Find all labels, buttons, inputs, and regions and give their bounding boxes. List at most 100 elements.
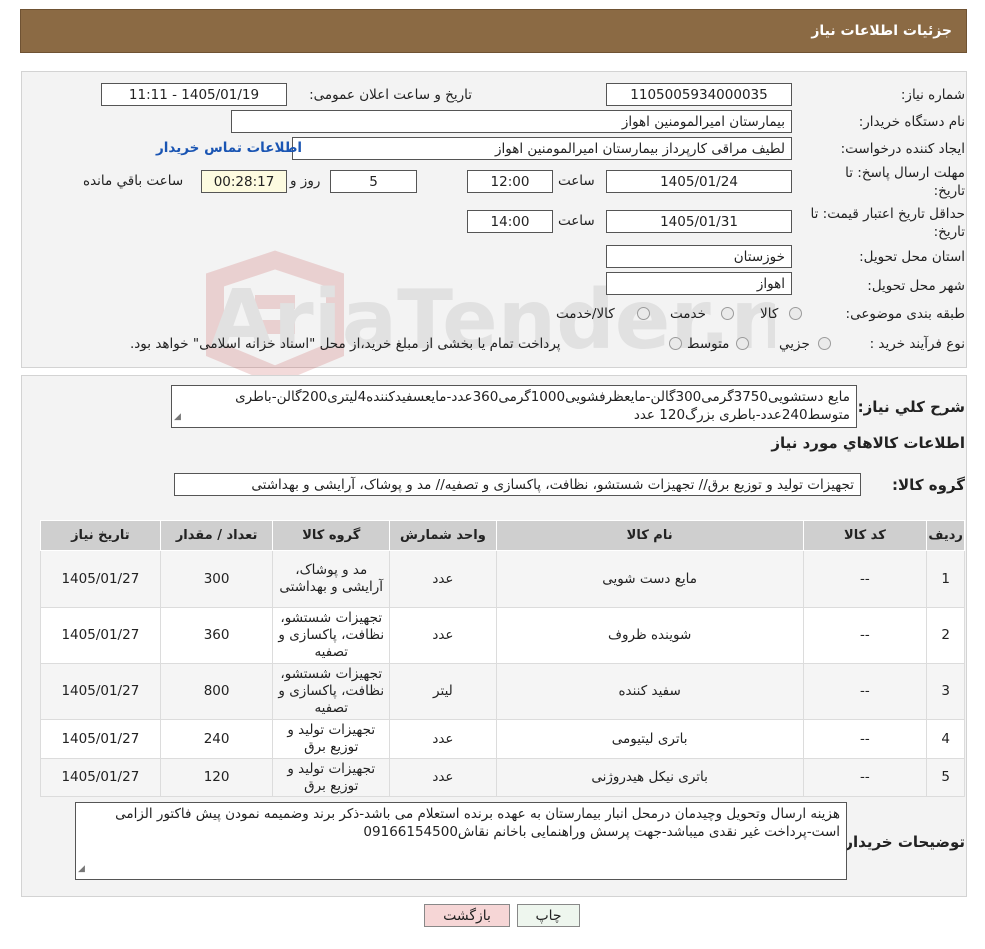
back-button[interactable]: بازگشت [424, 904, 510, 927]
item-unit: عدد [389, 550, 497, 608]
category-goods-service-radio[interactable] [637, 307, 650, 320]
page-title: جزئیات اطلاعات نیاز [811, 23, 952, 39]
summary-text: مایع دستشویی3750گرمی300گالن-مایعظرفشویی1… [235, 389, 850, 423]
buyer-notes-text: هزینه ارسال وتحویل وچیدمان درمحل انبار ب… [115, 806, 840, 840]
province-field: خوزستان [606, 245, 792, 268]
category-service-radio[interactable] [721, 307, 734, 320]
creator-label: ایجاد کننده درخواست: [840, 141, 965, 157]
category-service-label: خدمت [670, 306, 706, 322]
validity-time-label: ساعت [558, 213, 595, 229]
item-date: 1405/01/27 [40, 719, 161, 759]
item-unit: عدد [389, 758, 497, 797]
province-label: استان محل تحویل: [859, 249, 965, 265]
table-header-row: ردیف کد کالا نام کالا واحد شمارش گروه کا… [40, 520, 965, 551]
deadline-label: مهلت ارسال پاسخ: تا [845, 165, 965, 181]
category-goods-service-label: کالا/خدمت [556, 306, 615, 322]
validity-time-field: 14:00 [467, 210, 553, 233]
page-header: جزئیات اطلاعات نیاز [20, 9, 967, 53]
city-label: شهر محل تحویل: [867, 278, 965, 294]
buyer-contact-link[interactable]: اطلاعات تماس خریدار [156, 140, 302, 156]
item-name: شوینده ظروف [495, 607, 804, 664]
col-header-row: ردیف [926, 520, 965, 551]
table-row: 1 -- مایع دست شویی عدد مد و پوشاک، آرایش… [40, 550, 965, 608]
category-goods-radio[interactable] [789, 307, 802, 320]
item-name: مایع دست شویی [495, 550, 804, 608]
days-remaining-field: 5 [330, 170, 417, 193]
goods-table: ردیف کد کالا نام کالا واحد شمارش گروه کا… [40, 520, 965, 797]
summary-textarea: مایع دستشویی3750گرمی300گالن-مایعظرفشویی1… [171, 385, 857, 428]
item-name: باتری لیتیومی [495, 719, 804, 759]
item-qty: 800 [159, 663, 274, 720]
item-date: 1405/01/27 [40, 550, 161, 608]
row-number: 5 [926, 758, 965, 797]
item-code: -- [802, 719, 928, 759]
item-group: تجهیزات شستشو، نظافت، پاکسازی و تصفیه [272, 663, 391, 720]
validity-label: حداقل تاریخ اعتبار قیمت: تا [810, 206, 965, 222]
validity-label-date: تاریخ: [933, 224, 965, 240]
item-code: -- [802, 550, 928, 608]
item-date: 1405/01/27 [40, 663, 161, 720]
treasury-checkbox[interactable] [669, 337, 682, 350]
item-date: 1405/01/27 [40, 758, 161, 797]
row-number: 1 [926, 550, 965, 608]
process-medium-radio[interactable] [736, 337, 749, 350]
item-qty: 360 [159, 607, 274, 664]
goods-group-field: تجهیزات تولید و توزیع برق// تجهیزات شستش… [174, 473, 861, 496]
buyer-org-label: نام دستگاه خریدار: [858, 114, 965, 130]
deadline-time-label: ساعت [558, 173, 595, 189]
print-button[interactable]: چاپ [517, 904, 580, 927]
table-row: 2 -- شوینده ظروف عدد تجهیزات شستشو، نظاف… [40, 607, 965, 664]
need-number-label: شماره نیاز: [900, 87, 965, 103]
item-qty: 120 [159, 758, 274, 797]
goods-section-title: اطلاعات کالاهاي مورد نياز [771, 434, 965, 452]
item-name: سفید کننده [495, 663, 804, 720]
table-row: 4 -- باتری لیتیومی عدد تجهیزات تولید و ت… [40, 719, 965, 759]
item-qty: 300 [159, 550, 274, 608]
process-minor-radio[interactable] [818, 337, 831, 350]
row-number: 4 [926, 719, 965, 759]
category-label: طبقه بندی موضوعی: [845, 306, 965, 322]
col-header-group: گروه کالا [272, 520, 391, 551]
treasury-note: پرداخت تمام یا بخشی از مبلغ خرید،از محل … [130, 336, 561, 352]
announce-datetime-field: 1405/01/19 - 11:11 [101, 83, 287, 106]
item-group: تجهیزات شستشو، نظافت، پاکسازی و تصفیه [272, 607, 391, 664]
deadline-date-field: 1405/01/24 [606, 170, 792, 193]
resize-grip-icon[interactable]: ◢ [78, 860, 85, 878]
need-number-field: 1105005934000035 [606, 83, 792, 106]
announce-label: تاریخ و ساعت اعلان عمومی: [309, 87, 472, 103]
buyer-org-field: بیمارستان امیرالمومنین اهواز [231, 110, 792, 133]
item-unit: عدد [389, 607, 497, 664]
row-number: 2 [926, 607, 965, 664]
col-header-name: نام کالا [495, 520, 804, 551]
col-header-qty: تعداد / مقدار [159, 520, 274, 551]
col-header-unit: واحد شمارش [389, 520, 497, 551]
item-qty: 240 [159, 719, 274, 759]
col-header-code: کد کالا [802, 520, 928, 551]
item-name: باتری نیکل هیدروژنی [495, 758, 804, 797]
item-code: -- [802, 607, 928, 664]
item-unit: عدد [389, 719, 497, 759]
item-group: مد و پوشاک، آرایشی و بهداشتی [272, 550, 391, 608]
table-row: 5 -- باتری نیکل هیدروژنی عدد تجهیزات تول… [40, 758, 965, 797]
deadline-label-date: تاریخ: [933, 183, 965, 199]
resize-grip-icon[interactable]: ◢ [174, 408, 181, 426]
item-code: -- [802, 758, 928, 797]
validity-date-field: 1405/01/31 [606, 210, 792, 233]
buyer-notes-label: توضیحات خریدار: [838, 833, 965, 851]
creator-field: لطیف مراقی کارپرداز بیمارستان امیرالمومن… [292, 137, 792, 160]
item-group: تجهیزات تولید و توزیع برق [272, 758, 391, 797]
goods-group-label: گروه کالا: [892, 476, 965, 494]
days-label: روز و [290, 173, 321, 189]
item-date: 1405/01/27 [40, 607, 161, 664]
process-medium-label: متوسط [687, 336, 730, 352]
summary-label: شرح کلي نياز: [857, 398, 965, 416]
process-minor-label: جزیي [779, 336, 810, 352]
deadline-time-field: 12:00 [467, 170, 553, 193]
time-remaining-field: 00:28:17 [201, 170, 287, 193]
city-field: اهواز [606, 272, 792, 295]
category-goods-label: کالا [760, 306, 779, 322]
table-row: 3 -- سفید کننده لیتر تجهیزات شستشو، نظاف… [40, 663, 965, 720]
process-label: نوع فرآیند خرید : [869, 336, 965, 352]
item-code: -- [802, 663, 928, 720]
buyer-notes-textarea: هزینه ارسال وتحویل وچیدمان درمحل انبار ب… [75, 802, 847, 880]
